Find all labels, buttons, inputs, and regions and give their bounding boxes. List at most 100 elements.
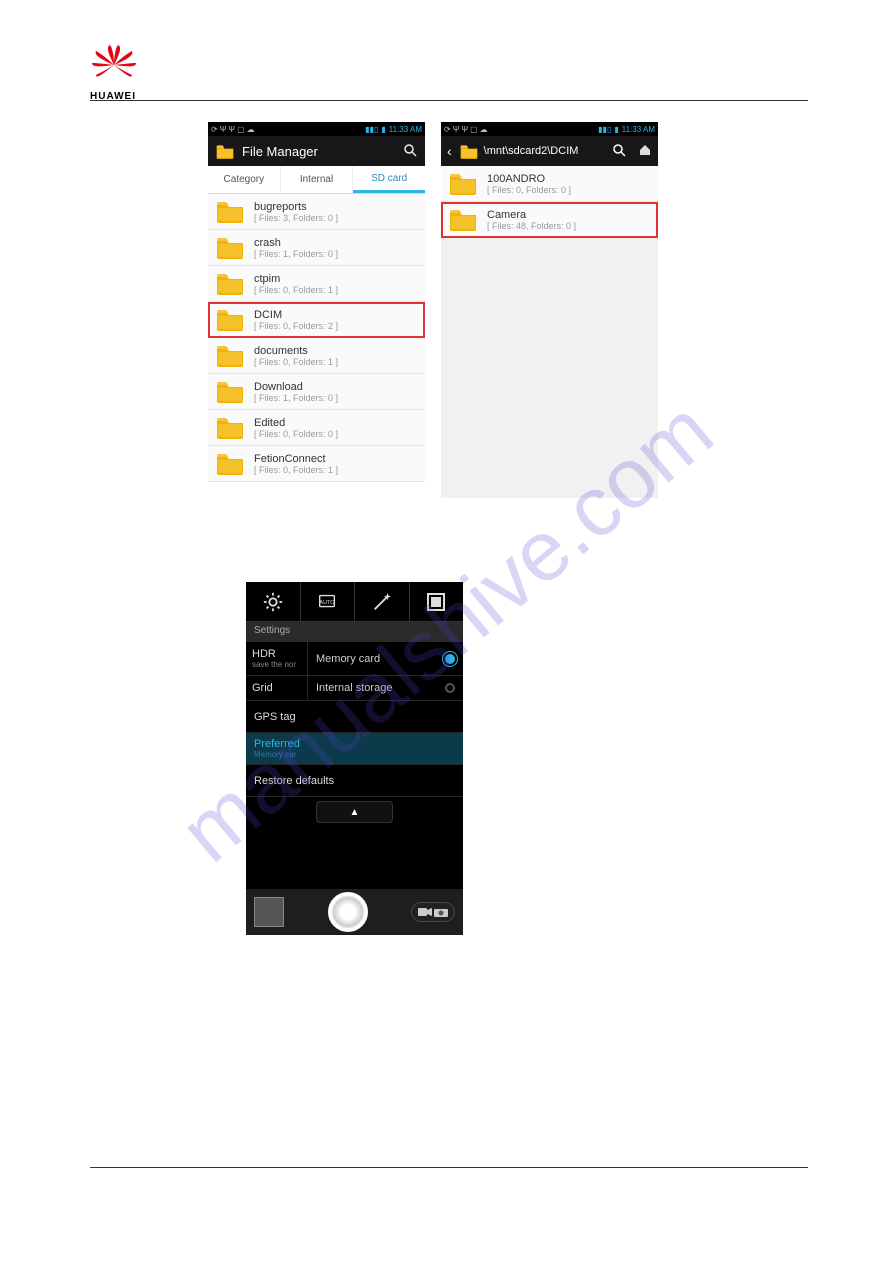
folder-row[interactable]: Edited[ Files: 0, Folders: 0 ] — [208, 410, 425, 446]
app-bar: File Manager — [208, 136, 425, 166]
folder-row[interactable]: FetionConnect[ Files: 0, Folders: 1 ] — [208, 446, 425, 482]
folder-icon — [460, 144, 478, 159]
folder-subtitle: [ Files: 1, Folders: 0 ] — [254, 393, 338, 403]
folder-subtitle: [ Files: 0, Folders: 1 ] — [254, 357, 338, 367]
settings-gear-icon[interactable] — [246, 582, 301, 621]
folder-name: 100ANDRO — [487, 173, 571, 185]
status-box-icon: ▢ — [237, 125, 245, 134]
folder-row[interactable]: bugreports[ Files: 3, Folders: 0 ] — [208, 194, 425, 230]
folder-icon — [449, 208, 477, 231]
clock-text: 11:33 AM — [389, 125, 422, 134]
radio-unselected-icon — [445, 683, 455, 693]
folder-icon — [216, 416, 244, 439]
frame-icon[interactable] — [410, 582, 464, 621]
tab-category[interactable]: Category — [208, 166, 281, 193]
mode-toggle[interactable] — [411, 902, 455, 922]
triangle-up-icon: ▲ — [350, 807, 360, 818]
status-usb-icon: Ψ — [453, 125, 460, 134]
folder-icon — [216, 380, 244, 403]
battery-icon: ▮ — [614, 125, 618, 134]
storage-option-memory-card[interactable]: Memory card — [308, 642, 463, 675]
setting-grid-label: Grid — [252, 682, 301, 694]
footer-rule — [90, 1167, 808, 1168]
folder-subtitle: [ Files: 0, Folders: 2 ] — [254, 321, 338, 331]
setting-hdr[interactable]: HDR save the nor — [246, 642, 308, 675]
folder-icon — [216, 200, 244, 223]
empty-area — [441, 238, 658, 498]
folder-name: documents — [254, 345, 338, 357]
camera-bottom-bar — [246, 889, 463, 935]
folder-row[interactable]: Camera[ Files: 48, Folders: 0 ] — [441, 202, 658, 238]
storage-option-internal[interactable]: Internal storage — [308, 676, 463, 700]
folder-row[interactable]: 100ANDRO[ Files: 0, Folders: 0 ] — [441, 166, 658, 202]
auto-mode-icon[interactable]: AUTO — [301, 582, 356, 621]
header-rule — [90, 100, 808, 101]
folder-name: Camera — [487, 209, 576, 221]
folder-name: ctpim — [254, 273, 338, 285]
setting-hdr-label: HDR — [252, 648, 301, 660]
folder-row[interactable]: documents[ Files: 0, Folders: 1 ] — [208, 338, 425, 374]
status-bar: ⟳ Ψ Ψ ▢ ☁ ▮▮▯ ▮ 11:33 AM — [208, 122, 425, 136]
signal-icon: ▮▮▯ — [365, 125, 378, 134]
folder-subtitle: [ Files: 0, Folders: 1 ] — [254, 285, 338, 295]
option-memory-card-label: Memory card — [316, 653, 380, 665]
folder-row[interactable]: crash[ Files: 1, Folders: 0 ] — [208, 230, 425, 266]
screenshot-camera-settings: AUTO Settings HDR save the nor Memory ca… — [246, 582, 463, 935]
shutter-button[interactable] — [328, 892, 368, 932]
folder-list[interactable]: bugreports[ Files: 3, Folders: 0 ]crash[… — [208, 194, 425, 482]
folder-name: FetionConnect — [254, 453, 338, 465]
folder-list[interactable]: 100ANDRO[ Files: 0, Folders: 0 ]Camera[ … — [441, 166, 658, 238]
folder-name: Edited — [254, 417, 338, 429]
status-usb-icon: Ψ — [228, 125, 235, 134]
folder-subtitle: [ Files: 1, Folders: 0 ] — [254, 249, 338, 259]
folder-icon — [449, 172, 477, 195]
folder-row[interactable]: Download[ Files: 1, Folders: 0 ] — [208, 374, 425, 410]
folder-name: Download — [254, 381, 338, 393]
video-mode-icon — [418, 907, 432, 917]
setting-preferred-save[interactable]: Preferred Memory car — [246, 733, 463, 765]
settings-panel-title: Settings — [246, 622, 463, 642]
tab-internal[interactable]: Internal — [281, 166, 354, 193]
camera-viewfinder — [246, 829, 463, 889]
svg-text:AUTO: AUTO — [320, 599, 336, 605]
folder-subtitle: [ Files: 3, Folders: 0 ] — [254, 213, 338, 223]
screenshot-dcim-folder: ⟳ Ψ Ψ ▢ ☁ ▮▮▯ ▮ 11:33 AM ‹ \mnt\sdcard2\… — [441, 122, 658, 498]
status-usb-icon: Ψ — [461, 125, 468, 134]
back-icon[interactable]: ‹ — [447, 143, 452, 159]
home-icon[interactable] — [638, 143, 652, 160]
status-sync-icon: ⟳ — [444, 125, 451, 134]
status-sync-icon: ⟳ — [211, 125, 218, 134]
photo-mode-icon — [434, 907, 448, 917]
screenshot-file-manager-sdcard: ⟳ Ψ Ψ ▢ ☁ ▮▮▯ ▮ 11:33 AM File Manager Ca… — [208, 122, 425, 498]
setting-preferred-label: Preferred — [254, 738, 300, 750]
status-cloud-icon: ☁ — [480, 125, 488, 134]
status-usb-icon: Ψ — [220, 125, 227, 134]
folder-row[interactable]: DCIM[ Files: 0, Folders: 2 ] — [208, 302, 425, 338]
tab-sdcard[interactable]: SD card — [353, 166, 425, 193]
gallery-thumbnail[interactable] — [254, 897, 284, 927]
storage-tabs: Category Internal SD card — [208, 166, 425, 194]
search-icon[interactable] — [612, 143, 626, 160]
camera-top-toolbar: AUTO — [246, 582, 463, 622]
app-icon — [216, 144, 234, 159]
search-icon[interactable] — [403, 143, 417, 160]
folder-subtitle: [ Files: 0, Folders: 0 ] — [487, 185, 571, 195]
radio-selected-icon — [445, 654, 455, 664]
setting-restore-defaults[interactable]: Restore defaults — [246, 765, 463, 797]
setting-preferred-sub: Memory car — [254, 750, 300, 759]
folder-icon — [216, 308, 244, 331]
collapse-panel-button[interactable]: ▲ — [316, 801, 393, 823]
status-box-icon: ▢ — [470, 125, 478, 134]
setting-grid[interactable]: Grid — [246, 676, 308, 700]
setting-gps-tag[interactable]: GPS tag — [246, 701, 463, 733]
folder-icon — [216, 236, 244, 259]
setting-restore-label: Restore defaults — [254, 775, 334, 787]
folder-row[interactable]: ctpim[ Files: 0, Folders: 1 ] — [208, 266, 425, 302]
folder-subtitle: [ Files: 0, Folders: 1 ] — [254, 465, 338, 475]
battery-icon: ▮ — [381, 125, 385, 134]
folder-subtitle: [ Files: 48, Folders: 0 ] — [487, 221, 576, 231]
folder-icon — [216, 272, 244, 295]
folder-subtitle: [ Files: 0, Folders: 0 ] — [254, 429, 338, 439]
folder-name: crash — [254, 237, 338, 249]
effects-icon[interactable] — [355, 582, 410, 621]
